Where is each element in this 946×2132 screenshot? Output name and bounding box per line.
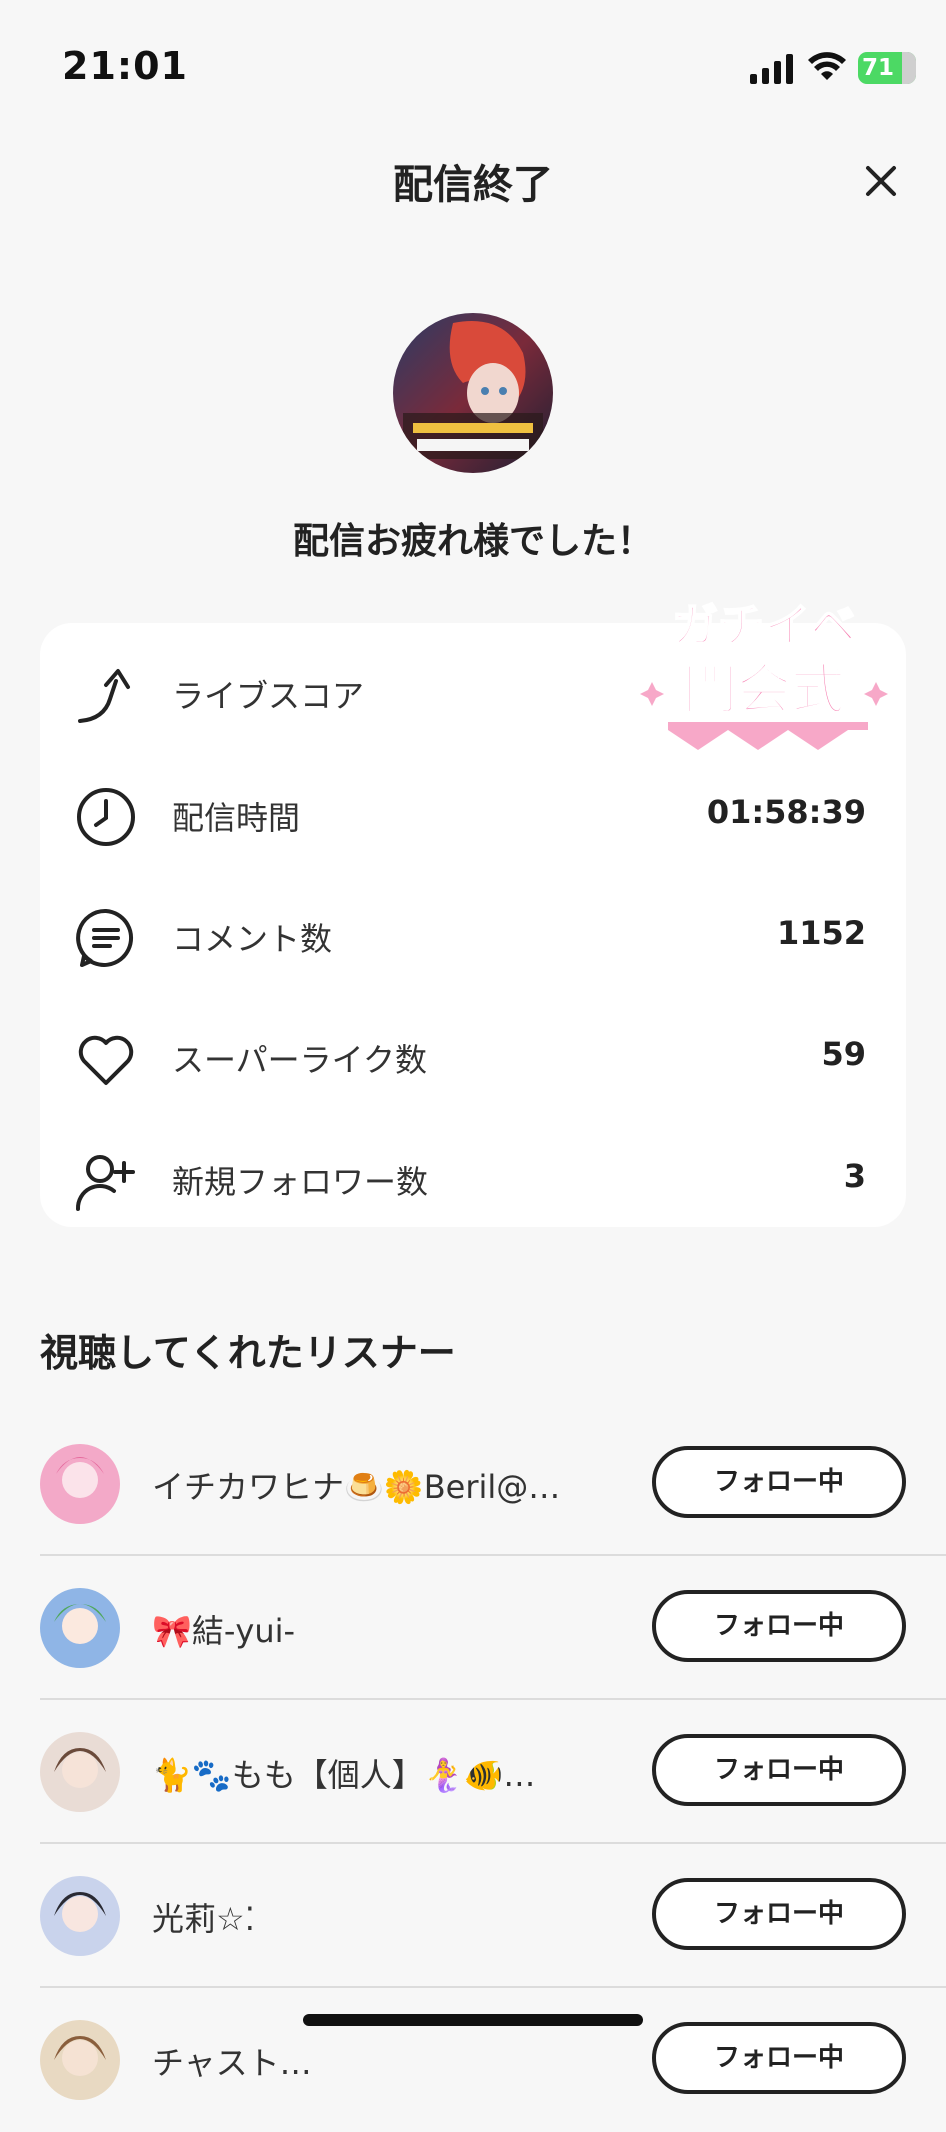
listener-avatar[interactable]: [40, 2020, 120, 2100]
listener-avatar[interactable]: [40, 1444, 120, 1524]
listener-row: チャスト… フォロー中: [0, 1988, 946, 2132]
listener-row: 光莉☆⁚ フォロー中: [0, 1844, 946, 1988]
listener-row: 🎀結-yui- フォロー中: [0, 1556, 946, 1700]
stat-row-super-likes: スーパーライク数 59: [40, 1005, 906, 1105]
listener-name[interactable]: 🎀結-yui-: [152, 1606, 295, 1652]
heart-icon: [78, 1035, 134, 1085]
listener-avatar[interactable]: [40, 1876, 120, 1956]
status-time: 21:01: [62, 44, 188, 88]
stat-label: コメント数: [172, 920, 333, 958]
stat-value: 3: [843, 1157, 866, 1195]
thanks-message: 配信お疲れ様でした！: [292, 521, 653, 562]
stat-value: 01:58:39: [706, 793, 866, 831]
following-button[interactable]: フォロー中: [652, 1446, 906, 1518]
home-indicator[interactable]: [303, 2014, 643, 2026]
streamer-avatar: [393, 313, 553, 473]
battery-icon: 71: [858, 52, 916, 84]
wifi-icon: [808, 52, 846, 80]
close-icon[interactable]: [858, 158, 904, 204]
badge-line1: ガチイベ: [672, 599, 856, 653]
stat-label: 新規フォロワー数: [172, 1163, 429, 1201]
stat-label: ライブスコア: [172, 677, 365, 715]
stat-value: 59: [821, 1035, 866, 1073]
badge-line2: 開会式: [683, 658, 845, 721]
following-button[interactable]: フォロー中: [652, 1734, 906, 1806]
comment-icon: [76, 908, 134, 967]
stat-label: スーパーライク数: [172, 1041, 428, 1079]
listener-avatar[interactable]: [40, 1588, 120, 1668]
cellular-signal-icon: [750, 54, 793, 84]
person-add-icon: [75, 1155, 135, 1211]
stat-row-comments: コメント数 1152: [40, 884, 906, 984]
listener-name[interactable]: 光莉☆⁚: [152, 1894, 255, 1940]
stat-row-duration: 配信時間 01:58:39: [40, 763, 906, 863]
following-button[interactable]: フォロー中: [652, 1590, 906, 1662]
stat-label: 配信時間: [172, 799, 301, 837]
listeners-section-title: 視聴してくれたリスナー: [40, 1331, 456, 1375]
listener-name[interactable]: チャスト…: [152, 2038, 312, 2084]
page-title: 配信終了: [393, 162, 553, 208]
listener-row: 🐈🐾もも【個人】🧜‍♀️🐠… フォロー中: [0, 1700, 946, 1844]
rocket-arrow-icon: [78, 669, 130, 723]
listener-row: イチカワヒナ🍮🌼Beril@… フォロー中: [0, 1412, 946, 1556]
listener-name[interactable]: 🐈🐾もも【個人】🧜‍♀️🐠…: [152, 1750, 535, 1796]
stat-row-new-followers: 新規フォロワー数 3: [40, 1127, 906, 1227]
stat-value: 1152: [776, 914, 866, 952]
clock-icon: [77, 788, 135, 846]
event-badge: ガチイベ 開会式: [640, 598, 888, 750]
following-button[interactable]: フォロー中: [652, 1878, 906, 1950]
listener-avatar[interactable]: [40, 1732, 120, 1812]
battery-level: 71: [862, 55, 895, 81]
listener-name[interactable]: イチカワヒナ🍮🌼Beril@…: [152, 1462, 560, 1508]
following-button[interactable]: フォロー中: [652, 2022, 906, 2094]
status-bar: 21:01 71: [0, 0, 946, 110]
